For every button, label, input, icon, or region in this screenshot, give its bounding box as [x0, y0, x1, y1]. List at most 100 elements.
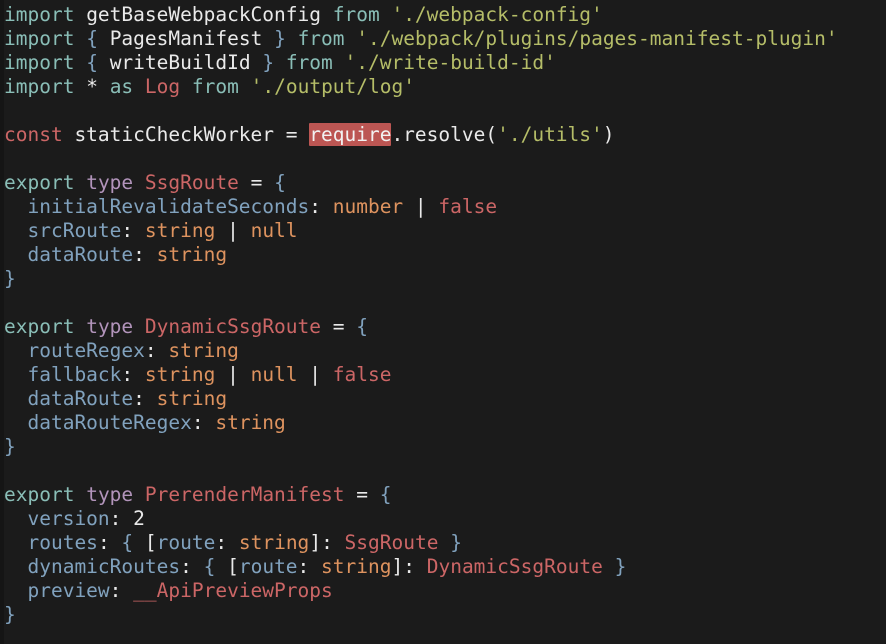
- code-token: './write-build-id': [344, 51, 556, 74]
- code-line[interactable]: dynamicRoutes: { [route: string]: Dynami…: [4, 555, 886, 579]
- code-token: import: [4, 51, 75, 74]
- code-token: =: [321, 315, 357, 338]
- highlighted-token[interactable]: require: [309, 123, 392, 146]
- code-line[interactable]: preview: __ApiPreviewProps: [4, 579, 886, 603]
- code-token: DynamicSsgRoute: [426, 555, 603, 578]
- code-token: }: [4, 435, 16, 458]
- code-token: import: [4, 27, 75, 50]
- code-token: dynamicRoutes: [27, 555, 181, 578]
- code-token: }: [274, 27, 286, 50]
- code-token: './webpack-config': [391, 3, 603, 26]
- code-token: :: [133, 243, 157, 266]
- code-token: route: [156, 531, 216, 554]
- code-token: {: [121, 531, 134, 554]
- code-line[interactable]: routeRegex: string: [4, 339, 886, 363]
- code-line[interactable]: routes: { [route: string]: SsgRoute }: [4, 531, 886, 555]
- code-token: |: [403, 195, 439, 218]
- code-token: string: [156, 387, 228, 410]
- code-token: PrerenderManifest: [144, 483, 345, 506]
- code-line[interactable]: [4, 291, 886, 315]
- code-line[interactable]: dataRouteRegex: string: [4, 411, 886, 435]
- code-token: string: [144, 363, 216, 386]
- code-token: srcRoute: [27, 219, 122, 242]
- code-line[interactable]: dataRoute: string: [4, 387, 886, 411]
- code-token: [: [227, 555, 239, 578]
- code-token: =: [238, 171, 275, 194]
- code-token: staticCheckWorker =: [62, 123, 310, 146]
- code-token: preview: [27, 579, 110, 602]
- code-line[interactable]: }: [4, 603, 886, 627]
- code-token: const: [4, 123, 63, 146]
- code-token: import: [4, 75, 75, 98]
- code-token: from: [285, 51, 333, 74]
- code-line[interactable]: dataRoute: string: [4, 243, 886, 267]
- code-token: ): [602, 123, 615, 146]
- code-line[interactable]: import { PagesManifest } from './webpack…: [4, 27, 886, 51]
- code-token: }: [4, 267, 16, 290]
- code-token: from: [332, 3, 380, 26]
- code-token: export: [4, 171, 75, 194]
- code-token: route: [238, 555, 298, 578]
- code-line[interactable]: import * as Log from './output/log': [4, 75, 886, 99]
- code-token: =: [344, 483, 380, 506]
- code-token: }: [262, 51, 275, 74]
- code-line[interactable]: }: [4, 267, 886, 291]
- code-line[interactable]: export type PrerenderManifest = {: [4, 483, 886, 507]
- code-token: dataRoute: [27, 243, 134, 266]
- code-token: |: [297, 363, 333, 386]
- code-line[interactable]: export type DynamicSsgRoute = {: [4, 315, 886, 339]
- code-token: './output/log': [250, 75, 415, 98]
- code-editor[interactable]: import getBaseWebpackConfig from './webp…: [0, 0, 886, 644]
- code-token: string: [321, 555, 392, 578]
- code-token: fallback: [27, 363, 122, 386]
- code-token: as: [109, 75, 134, 98]
- code-line[interactable]: export type SsgRoute = {: [4, 171, 886, 195]
- code-line[interactable]: import getBaseWebpackConfig from './webp…: [4, 3, 886, 27]
- code-token: routes: [27, 531, 98, 554]
- code-line[interactable]: }: [4, 435, 886, 459]
- code-token: :: [121, 219, 145, 242]
- code-content[interactable]: import getBaseWebpackConfig from './webp…: [4, 0, 886, 644]
- code-line[interactable]: const staticCheckWorker = require.resolv…: [4, 123, 886, 147]
- code-token: {: [86, 51, 98, 74]
- code-token: {: [274, 171, 286, 194]
- code-token: export: [4, 483, 75, 506]
- code-token: *: [74, 75, 110, 98]
- code-token: null: [250, 363, 298, 386]
- code-line[interactable]: [4, 99, 886, 123]
- code-line[interactable]: [4, 459, 886, 483]
- code-token: .resolve(: [391, 123, 498, 146]
- code-token: :: [191, 411, 216, 434]
- code-line[interactable]: initialRevalidateSeconds: number | false: [4, 195, 886, 219]
- code-token: DynamicSsgRoute: [144, 315, 322, 338]
- code-token: type: [86, 483, 134, 506]
- code-line[interactable]: version: 2: [4, 507, 886, 531]
- code-token: :: [309, 195, 333, 218]
- code-token: :: [144, 339, 169, 362]
- code-line[interactable]: import { writeBuildId } from './write-bu…: [4, 51, 886, 75]
- code-token: null: [250, 219, 298, 242]
- code-line[interactable]: srcRoute: string | null: [4, 219, 886, 243]
- code-token: export: [4, 315, 75, 338]
- code-line[interactable]: fallback: string | null | false: [4, 363, 886, 387]
- code-token: SsgRoute: [344, 531, 439, 554]
- code-token: false: [332, 363, 392, 386]
- code-token: './utils': [497, 123, 603, 146]
- code-token: :: [215, 531, 239, 554]
- code-line[interactable]: [4, 147, 886, 171]
- code-token: type: [86, 171, 134, 194]
